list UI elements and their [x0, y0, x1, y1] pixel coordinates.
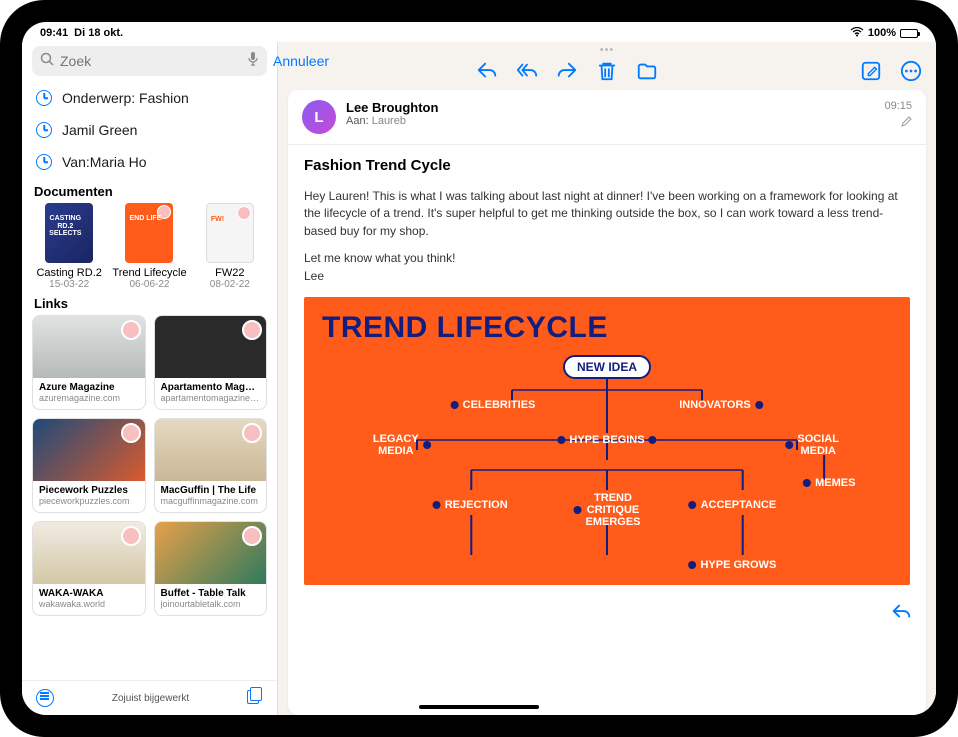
filter-icon[interactable] — [36, 689, 54, 707]
forward-icon[interactable] — [556, 60, 578, 82]
link-title: Azure Magazine — [39, 382, 139, 393]
documents-header: Documenten — [22, 178, 277, 203]
flow-node: MEMES — [803, 477, 855, 489]
battery-icon — [900, 29, 918, 38]
link-title: Buffet - Table Talk — [161, 588, 261, 599]
link-card[interactable]: Buffet - Table Talk joinourtabletalk.com — [154, 521, 268, 616]
contact-avatar — [242, 526, 262, 546]
edit-draft-icon[interactable] — [884, 116, 912, 131]
flow-node: CELEBRITIES — [451, 399, 536, 411]
status-bar: 09:41 Di 18 okt. 100% — [22, 22, 936, 42]
recent-search-1[interactable]: Jamil Green — [22, 114, 277, 146]
link-title: WAKA-WAKA — [39, 588, 139, 599]
search-cancel[interactable]: Annuleer — [273, 53, 329, 69]
mail-message: L Lee Broughton Aan: Laureb 09:15 — [288, 90, 926, 715]
search-input[interactable] — [60, 53, 241, 69]
updated-label: Zojuist bijgewerkt — [112, 693, 189, 704]
to-line[interactable]: Aan: Laureb — [346, 115, 874, 127]
link-title: Apartamento Magazine — [161, 382, 261, 393]
flow-node: LEGACY MEDIA — [373, 433, 431, 457]
contact-avatar — [121, 423, 141, 443]
search-icon — [40, 52, 54, 71]
mail-toolbar — [278, 58, 936, 88]
contact-avatar — [242, 423, 262, 443]
trash-icon[interactable] — [596, 60, 618, 82]
flow-node: INNOVATORS — [679, 399, 763, 411]
status-time: 09:41 — [40, 27, 68, 39]
search-field[interactable] — [32, 46, 267, 76]
link-title: Piecework Puzzles — [39, 485, 139, 496]
recent-icon — [36, 154, 52, 170]
link-card[interactable]: Apartamento Magazine apartamentomagazine… — [154, 315, 268, 410]
link-url: macguffinmagazine.com — [161, 496, 261, 506]
attachment-trend-lifecycle[interactable]: TREND LIFECYCLE — [304, 297, 910, 585]
wifi-icon — [850, 27, 864, 40]
reply-footer-icon[interactable] — [890, 601, 912, 623]
recent-icon — [36, 122, 52, 138]
reply-icon[interactable] — [476, 60, 498, 82]
battery-percent: 100% — [868, 27, 896, 39]
search-sidebar: Annuleer Onderwerp: Fashion Jamil Green … — [22, 42, 278, 715]
document-card[interactable]: END LIFE Trend Lifecycle 06-06-22 — [112, 203, 186, 290]
flow-node: HYPE GROWS — [688, 559, 776, 571]
flow-node: REJECTION — [433, 499, 508, 511]
link-url: azuremagazine.com — [39, 393, 139, 403]
recent-search-0[interactable]: Onderwerp: Fashion — [22, 82, 277, 114]
link-url: joinourtabletalk.com — [161, 599, 261, 609]
mail-body-text: Hey Lauren! This is what I was talking a… — [304, 188, 910, 285]
contact-avatar — [121, 320, 141, 340]
links-header: Links — [22, 290, 277, 315]
link-card[interactable]: WAKA-WAKA wakawaka.world — [32, 521, 146, 616]
contact-avatar — [242, 320, 262, 340]
drag-handle[interactable]: ••• — [598, 42, 617, 58]
flow-node: TREND CRITIQUE EMERGES — [573, 492, 640, 528]
compose-icon[interactable] — [860, 60, 882, 82]
link-url: pieceworkpuzzles.com — [39, 496, 139, 506]
link-title: MacGuffin | The Life — [161, 485, 261, 496]
mail-time: 09:15 — [884, 100, 912, 112]
home-indicator[interactable] — [419, 705, 539, 709]
link-card[interactable]: Piecework Puzzles pieceworkpuzzles.com — [32, 418, 146, 513]
sender-name[interactable]: Lee Broughton — [346, 100, 874, 115]
sender-avatar[interactable]: L — [302, 100, 336, 134]
link-url: wakawaka.world — [39, 599, 139, 609]
status-date: Di 18 okt. — [74, 27, 123, 39]
mic-icon[interactable] — [247, 51, 259, 72]
attachment-title: TREND LIFECYCLE — [322, 311, 892, 345]
recent-search-2[interactable]: Van:Maria Ho — [22, 146, 277, 178]
link-url: apartamentomagazine.c… — [161, 393, 261, 403]
compose-icon[interactable] — [247, 690, 263, 706]
move-folder-icon[interactable] — [636, 60, 658, 82]
flow-node: HYPE BEGINS — [557, 434, 656, 446]
mail-pane: ••• L Lee Broughton — [278, 42, 936, 715]
flow-pill-new-idea: NEW IDEA — [563, 355, 651, 379]
reply-all-icon[interactable] — [516, 60, 538, 82]
mail-subject: Fashion Trend Cycle — [304, 157, 910, 174]
link-card[interactable]: MacGuffin | The Life macguffinmagazine.c… — [154, 418, 268, 513]
contact-avatar — [121, 526, 141, 546]
link-card[interactable]: Azure Magazine azuremagazine.com — [32, 315, 146, 410]
document-card[interactable]: FW! FW22 08-02-22 — [193, 203, 267, 290]
document-card[interactable]: CASTING RD.2 SELECTS Casting RD.2 15-03-… — [32, 203, 106, 290]
recent-icon — [36, 90, 52, 106]
more-icon[interactable] — [900, 60, 922, 82]
flow-node: ACCEPTANCE — [689, 499, 777, 511]
flow-node: SOCIAL MEDIA — [785, 433, 839, 457]
